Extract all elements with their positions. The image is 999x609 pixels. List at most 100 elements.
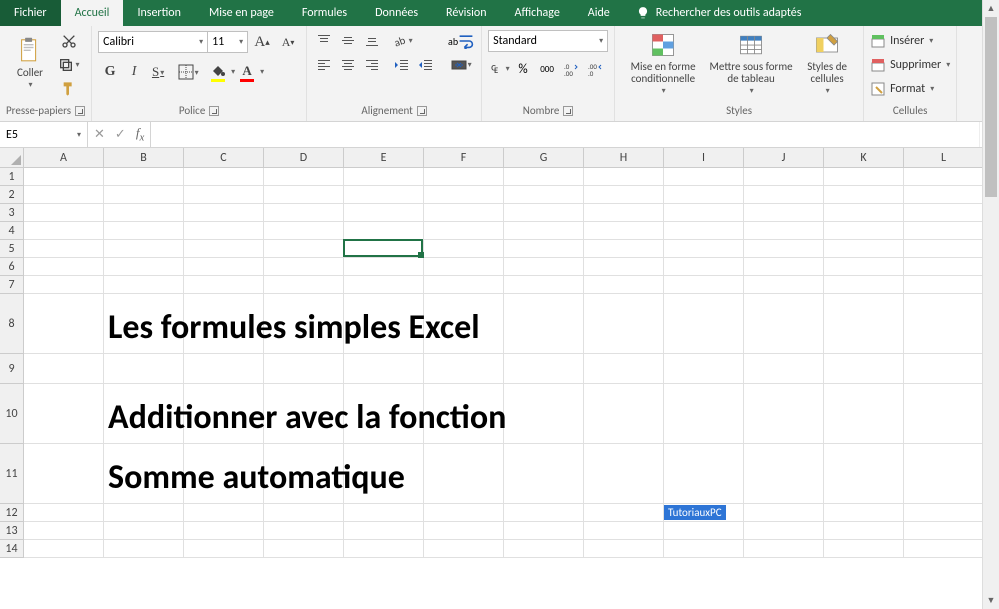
cell-C6[interactable] — [184, 258, 264, 276]
cell-F10[interactable] — [424, 384, 504, 444]
increase-font-button[interactable]: A▴ — [250, 30, 274, 54]
cell-I7[interactable] — [664, 276, 744, 294]
cell-A3[interactable] — [24, 204, 104, 222]
column-header-K[interactable]: K — [824, 148, 904, 168]
cell-I13[interactable] — [664, 522, 744, 540]
row-header-13[interactable]: 13 — [0, 522, 24, 540]
cell-B6[interactable] — [104, 258, 184, 276]
scroll-thumb[interactable] — [985, 17, 997, 197]
cell-B7[interactable] — [104, 276, 184, 294]
cell-G14[interactable] — [504, 540, 584, 558]
cell-K6[interactable] — [824, 258, 904, 276]
row-header-5[interactable]: 5 — [0, 240, 24, 258]
cell-B8[interactable] — [104, 294, 184, 354]
cell-B3[interactable] — [104, 204, 184, 222]
cell-J6[interactable] — [744, 258, 824, 276]
cell-H11[interactable] — [584, 444, 664, 504]
cell-K14[interactable] — [824, 540, 904, 558]
cell-A5[interactable] — [24, 240, 104, 258]
cell-F1[interactable] — [424, 168, 504, 186]
cell-D2[interactable] — [264, 186, 344, 204]
cell-H5[interactable] — [584, 240, 664, 258]
cell-L5[interactable] — [904, 240, 984, 258]
cell-I3[interactable] — [664, 204, 744, 222]
cell-C4[interactable] — [184, 222, 264, 240]
cell-A9[interactable] — [24, 354, 104, 384]
cell-F14[interactable] — [424, 540, 504, 558]
cell-A1[interactable] — [24, 168, 104, 186]
tab-layout[interactable]: Mise en page — [195, 0, 288, 26]
cell-L1[interactable] — [904, 168, 984, 186]
cell-J11[interactable] — [744, 444, 824, 504]
cell-J9[interactable] — [744, 354, 824, 384]
cell-J12[interactable] — [744, 504, 824, 522]
cell-E3[interactable] — [344, 204, 424, 222]
cut-button[interactable] — [58, 30, 80, 52]
cell-E8[interactable] — [344, 294, 424, 354]
cell-A8[interactable] — [24, 294, 104, 354]
format-as-table-button[interactable]: Mettre sous forme de tableau▾ — [709, 30, 793, 96]
tab-review[interactable]: Révision — [432, 0, 500, 26]
cell-D14[interactable] — [264, 540, 344, 558]
cell-K5[interactable] — [824, 240, 904, 258]
cell-B4[interactable] — [104, 222, 184, 240]
cell-D7[interactable] — [264, 276, 344, 294]
cell-C10[interactable] — [184, 384, 264, 444]
cell-B5[interactable] — [104, 240, 184, 258]
bold-button[interactable]: G — [98, 60, 122, 84]
borders-button[interactable]: ▾ — [176, 60, 200, 84]
cell-L2[interactable] — [904, 186, 984, 204]
number-format-combo[interactable]: Standard▾ — [488, 30, 608, 52]
font-size-combo[interactable]: 11▾ — [208, 31, 248, 53]
cell-K12[interactable] — [824, 504, 904, 522]
cell-L12[interactable] — [904, 504, 984, 522]
font-name-combo[interactable]: Calibri▾ — [98, 31, 208, 53]
alignment-dialog-launcher[interactable] — [417, 106, 427, 116]
cell-I8[interactable] — [664, 294, 744, 354]
number-dialog-launcher[interactable] — [563, 106, 573, 116]
cell-F8[interactable] — [424, 294, 504, 354]
cell-F3[interactable] — [424, 204, 504, 222]
wrap-text-button[interactable]: ab — [447, 30, 475, 52]
tab-help[interactable]: Aide — [574, 0, 624, 26]
cell-J3[interactable] — [744, 204, 824, 222]
cell-C2[interactable] — [184, 186, 264, 204]
cell-J5[interactable] — [744, 240, 824, 258]
cell-D4[interactable] — [264, 222, 344, 240]
cell-F12[interactable] — [424, 504, 504, 522]
row-header-14[interactable]: 14 — [0, 540, 24, 558]
cell-F11[interactable] — [424, 444, 504, 504]
cell-A12[interactable] — [24, 504, 104, 522]
cell-F2[interactable] — [424, 186, 504, 204]
cell-I5[interactable] — [664, 240, 744, 258]
cell-E13[interactable] — [344, 522, 424, 540]
cell-K9[interactable] — [824, 354, 904, 384]
font-dialog-launcher[interactable] — [209, 106, 219, 116]
cell-G7[interactable] — [504, 276, 584, 294]
cell-C14[interactable] — [184, 540, 264, 558]
cell-C3[interactable] — [184, 204, 264, 222]
decrease-indent-button[interactable] — [391, 54, 413, 76]
tab-data[interactable]: Données — [361, 0, 432, 26]
cell-H14[interactable] — [584, 540, 664, 558]
row-header-11[interactable]: 11 — [0, 444, 24, 504]
cell-L8[interactable] — [904, 294, 984, 354]
cell-E12[interactable] — [344, 504, 424, 522]
cell-L3[interactable] — [904, 204, 984, 222]
cell-L7[interactable] — [904, 276, 984, 294]
cell-B10[interactable] — [104, 384, 184, 444]
row-header-12[interactable]: 12 — [0, 504, 24, 522]
tab-file[interactable]: Fichier — [0, 0, 61, 26]
cell-L11[interactable] — [904, 444, 984, 504]
align-bottom-button[interactable] — [361, 30, 383, 52]
cell-G2[interactable] — [504, 186, 584, 204]
cell-J4[interactable] — [744, 222, 824, 240]
column-header-A[interactable]: A — [24, 148, 104, 168]
cell-D5[interactable] — [264, 240, 344, 258]
cell-I4[interactable] — [664, 222, 744, 240]
format-cells-button[interactable]: Format▾ — [870, 78, 950, 100]
cell-D8[interactable] — [264, 294, 344, 354]
percent-button[interactable]: % — [512, 58, 534, 80]
cell-styles-button[interactable]: Styles de cellules▾ — [797, 30, 857, 96]
cell-L9[interactable] — [904, 354, 984, 384]
